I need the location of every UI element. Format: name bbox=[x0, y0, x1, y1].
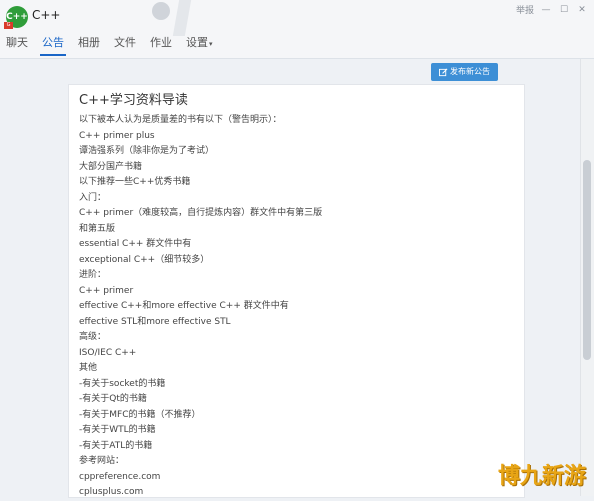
tab-bar: 聊天 公告 相册 文件 作业 设置▾ bbox=[0, 34, 221, 56]
group-title: C++ bbox=[32, 8, 61, 22]
tab-chat[interactable]: 聊天 bbox=[0, 34, 34, 56]
announcement-line: 其他 bbox=[79, 363, 98, 373]
announcement-panel: C++学习资料导读 以下被本人认为是质量差的书有以下（警告明示）： C++ pr… bbox=[68, 84, 525, 498]
tab-files[interactable]: 文件 bbox=[108, 34, 142, 56]
tab-announcement-label: 公告 bbox=[42, 36, 64, 49]
announcement-line: C++ primer（难度较高，自行提炼内容）群文件中有第三版 bbox=[79, 208, 323, 218]
tab-files-label: 文件 bbox=[114, 36, 136, 49]
tab-announcement[interactable]: 公告 bbox=[36, 34, 70, 56]
close-button[interactable]: ✕ bbox=[576, 4, 588, 16]
report-link[interactable]: 举报 bbox=[516, 3, 534, 16]
window-controls: 举报 — ☐ ✕ bbox=[516, 3, 588, 17]
announcement-line: C++ primer bbox=[79, 285, 134, 296]
announcement-line: -有关于Qt的书籍 bbox=[79, 394, 147, 404]
tab-chat-label: 聊天 bbox=[6, 36, 28, 49]
announcement-line: 以下被本人认为是质量差的书有以下（警告明示）： bbox=[79, 115, 282, 125]
publish-announcement-button[interactable]: 发布新公告 bbox=[431, 63, 498, 81]
announcement-line: cplusplus.com bbox=[79, 487, 144, 497]
announcement-line: exceptional C++（细节较多） bbox=[79, 254, 210, 265]
announcement-line: effective STL和more effective STL bbox=[79, 316, 231, 327]
scrollbar-thumb[interactable] bbox=[583, 160, 591, 360]
chevron-down-icon: ▾ bbox=[209, 40, 213, 48]
announcement-title: C++学习资料导读 bbox=[79, 93, 188, 108]
announcement-line: cppreference.com bbox=[79, 471, 161, 482]
title-bar: C++ G C++ 举报 — ☐ ✕ 聊天 公告 相册 文件 作业 设置▾ bbox=[0, 0, 594, 59]
announcement-line: -有关于WTL的书籍 bbox=[79, 425, 156, 435]
edit-icon bbox=[439, 68, 448, 76]
tab-album[interactable]: 相册 bbox=[72, 34, 106, 56]
announcement-line: ISO/IEC C++ bbox=[79, 347, 137, 358]
tab-settings[interactable]: 设置▾ bbox=[180, 34, 219, 56]
publish-announcement-label: 发布新公告 bbox=[450, 67, 490, 76]
announcement-line: effective C++和more effective C++ 群文件中有 bbox=[79, 301, 289, 311]
watermark-logo: 博九新游 bbox=[497, 464, 586, 489]
announcement-line: 高级： bbox=[79, 332, 107, 342]
announcement-line: 大部分国产书籍 bbox=[79, 161, 143, 172]
tab-album-label: 相册 bbox=[78, 36, 100, 49]
minimize-button[interactable]: — bbox=[540, 4, 552, 16]
announcement-line: 进阶： bbox=[79, 270, 107, 280]
announcement-line: -有关于socket的书籍 bbox=[79, 378, 166, 389]
logo-badge: G bbox=[4, 22, 13, 29]
tab-homework-label: 作业 bbox=[150, 36, 172, 49]
announcement-line: -有关于MFC的书籍（不推荐） bbox=[79, 409, 201, 420]
announcement-body: 以下被本人认为是质量差的书有以下（警告明示）： C++ primer plus … bbox=[79, 113, 322, 501]
logo-text: C++ bbox=[6, 12, 28, 22]
announcement-line: 参考网站： bbox=[79, 456, 125, 466]
announcement-line: 谭浩强系列（除非你是为了考试） bbox=[79, 146, 215, 156]
maximize-button[interactable]: ☐ bbox=[558, 4, 570, 16]
header-decoration bbox=[152, 2, 170, 20]
tab-homework[interactable]: 作业 bbox=[144, 34, 178, 56]
announcement-line: -有关于ATL的书籍 bbox=[79, 440, 153, 451]
tab-settings-label: 设置 bbox=[186, 36, 208, 49]
announcement-line: C++ primer plus bbox=[79, 130, 155, 141]
header-decoration-stripe bbox=[172, 0, 192, 36]
announcement-line: 以下推荐一些C++优秀书籍 bbox=[79, 177, 191, 187]
announcement-line: 和第五版 bbox=[79, 223, 116, 234]
announcement-line: essential C++ 群文件中有 bbox=[79, 239, 192, 249]
announcement-line: 入门： bbox=[79, 192, 107, 203]
